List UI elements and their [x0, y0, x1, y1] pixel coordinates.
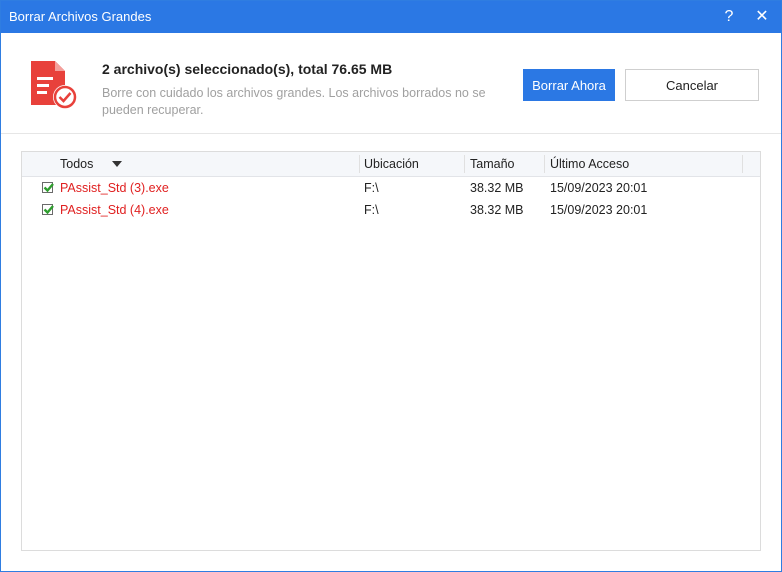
- column-separator[interactable]: [742, 155, 743, 173]
- list-header: Todos Ubicación Tamaño Último Acceso: [22, 152, 760, 177]
- dialog-window: Borrar Archivos Grandes ? ✕ 2 archivo(s)…: [0, 0, 782, 572]
- column-header-location[interactable]: Ubicación: [364, 152, 419, 176]
- summary-header: 2 archivo(s) seleccionado(s), total 76.6…: [1, 33, 781, 134]
- row-checkbox[interactable]: [42, 204, 54, 215]
- file-name: PAssist_Std (3).exe: [60, 181, 169, 195]
- table-row[interactable]: PAssist_Std (3).exe F:\ 38.32 MB 15/09/2…: [22, 177, 760, 199]
- file-location: F:\: [364, 203, 379, 217]
- help-button[interactable]: ?: [717, 5, 741, 29]
- file-size: 38.32 MB: [470, 181, 524, 195]
- title-bar[interactable]: Borrar Archivos Grandes ? ✕: [1, 1, 781, 33]
- checkmark-icon: [43, 183, 54, 193]
- sort-down-icon[interactable]: [112, 161, 122, 167]
- close-button[interactable]: ✕: [750, 5, 774, 29]
- row-checkbox[interactable]: [42, 182, 54, 193]
- file-list[interactable]: Todos Ubicación Tamaño Último Acceso PAs…: [21, 151, 761, 551]
- file-name: PAssist_Std (4).exe: [60, 203, 169, 217]
- window-title: Borrar Archivos Grandes: [9, 9, 152, 24]
- checkmark-icon: [43, 205, 54, 215]
- file-last-access: 15/09/2023 20:01: [550, 203, 648, 217]
- warning-text: Borre con cuidado los archivos grandes. …: [102, 86, 486, 117]
- file-delete-icon: [31, 61, 77, 109]
- delete-now-button[interactable]: Borrar Ahora: [523, 69, 615, 101]
- file-location: F:\: [364, 181, 379, 195]
- file-size: 38.32 MB: [470, 203, 524, 217]
- table-row[interactable]: PAssist_Std (4).exe F:\ 38.32 MB 15/09/2…: [22, 199, 760, 221]
- column-header-last-access[interactable]: Último Acceso: [550, 152, 629, 176]
- column-header-size[interactable]: Tamaño: [470, 152, 514, 176]
- column-separator[interactable]: [359, 155, 360, 173]
- column-separator[interactable]: [464, 155, 465, 173]
- cancel-button[interactable]: Cancelar: [625, 69, 759, 101]
- selection-summary: 2 archivo(s) seleccionado(s), total 76.6…: [102, 61, 393, 77]
- file-last-access: 15/09/2023 20:01: [550, 181, 648, 195]
- column-header-all[interactable]: Todos: [60, 152, 93, 176]
- column-separator[interactable]: [544, 155, 545, 173]
